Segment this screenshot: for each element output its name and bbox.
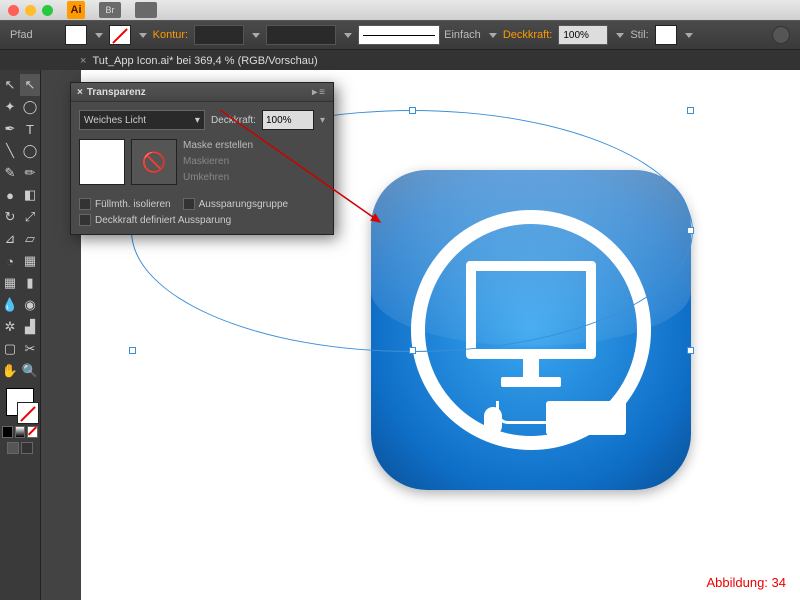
rotate-tool-icon[interactable]: ↻ [0,206,20,228]
blend-mode-select[interactable]: Weiches Licht▾ [79,110,205,130]
perspective-tool-icon[interactable]: ▦ [20,250,40,272]
document-tab-label: Tut_App Icon.ai* bei 369,4 % (RGB/Vorsch… [92,55,317,67]
annotation-arrow-icon [220,110,390,230]
mask-thumb[interactable]: 🚫 [131,139,177,185]
color-mode-icon[interactable] [2,426,13,438]
anchor-handle[interactable] [409,347,416,354]
blend-tool-icon[interactable]: ◉ [20,294,40,316]
chevron-down-icon[interactable] [139,33,147,38]
graph-tool-icon[interactable]: ▟ [20,316,40,338]
slice-tool-icon[interactable]: ✂ [20,338,40,360]
free-transform-tool-icon[interactable]: ▱ [20,228,40,250]
brush-def-select[interactable] [358,25,440,45]
app-logo-icon: Ai [67,1,85,19]
layout-button[interactable] [135,2,157,18]
isolate-label: Füllmth. isolieren [95,199,171,210]
isolate-blending-checkbox[interactable]: Füllmth. isolieren [79,198,171,210]
document-tab[interactable]: × Tut_App Icon.ai* bei 369,4 % (RGB/Vors… [80,55,318,67]
stroke-color-swatch[interactable] [17,402,39,424]
direct-select-tool-icon[interactable]: ↖ [20,74,40,96]
hand-tool-icon[interactable]: ✋ [0,360,20,382]
magic-wand-tool-icon[interactable]: ✦ [0,96,20,118]
chevron-down-icon[interactable] [489,33,497,38]
opacity-shape-label: Deckkraft definiert Aussparung [95,215,231,226]
gradient-mode-icon[interactable] [15,426,26,438]
selection-tool-icon[interactable]: ↖ [0,74,20,96]
zoom-window-icon[interactable] [42,5,53,16]
gear-icon[interactable] [772,26,790,44]
opacity-label: Deckkraft: [503,29,553,41]
screen-mode-icon[interactable] [7,442,19,454]
type-tool-icon[interactable]: T [20,118,40,140]
minimize-window-icon[interactable] [25,5,36,16]
eraser-tool-icon[interactable]: ◧ [20,184,40,206]
panel-title-label: Transparenz [87,87,146,98]
brush-tool-icon[interactable]: ✎ [0,162,20,184]
close-tab-icon[interactable]: × [80,55,86,67]
control-bar: Pfad Kontur: Einfach Deckkraft: 100% Sti… [0,20,800,50]
lasso-tool-icon[interactable]: ◯ [20,96,40,118]
shape-builder-tool-icon[interactable]: ◔ [0,250,20,272]
symbol-spray-tool-icon[interactable]: ✲ [0,316,20,338]
zoom-tool-icon[interactable]: 🔍 [20,360,40,382]
panel-title[interactable]: × Transparenz ▸≡ [71,83,333,102]
scale-tool-icon[interactable]: ⤢ [20,206,40,228]
blend-mode-value: Weiches Licht [84,115,146,126]
style-label: Stil: [630,29,648,41]
mac-titlebar: Ai Br [0,0,800,20]
bridge-button[interactable]: Br [99,2,121,18]
chevron-down-icon[interactable] [344,33,352,38]
panel-menu-icon[interactable]: ▸≡ [312,87,327,98]
width-tool-icon[interactable]: ⊿ [0,228,20,250]
eyedropper-tool-icon[interactable]: 💧 [0,294,20,316]
chevron-down-icon[interactable] [685,33,693,38]
object-thumb[interactable] [79,139,125,185]
selection-type-label: Pfad [10,29,33,41]
anchor-handle[interactable] [687,227,694,234]
artboard-tool-icon[interactable]: ▢ [0,338,20,360]
graphic-style-swatch[interactable] [655,25,677,45]
figure-caption: Abbildung: 34 [706,575,786,590]
brush-style-label: Einfach [444,29,481,41]
opacity-input[interactable]: 100% [558,25,608,45]
chevron-down-icon[interactable] [95,33,103,38]
tools-panel: ↖↖ ✦◯ ✒T ╲◯ ✎✏ ●◧ ↻⤢ ⊿▱ ◔▦ ▦▮ 💧◉ ✲▟ ▢✂ ✋… [0,70,41,600]
screen-mode-icon[interactable] [21,442,33,454]
chevron-down-icon[interactable] [252,33,260,38]
none-mode-icon[interactable] [27,426,38,438]
bbox-handle[interactable] [129,347,136,354]
bbox-handle[interactable] [687,107,694,114]
mesh-tool-icon[interactable]: ▦ [0,272,20,294]
chevron-down-icon[interactable] [616,33,624,38]
bbox-handle[interactable] [687,347,694,354]
anchor-handle[interactable] [409,107,416,114]
blob-brush-tool-icon[interactable]: ● [0,184,20,206]
pen-tool-icon[interactable]: ✒ [0,118,20,140]
gradient-tool-icon[interactable]: ▮ [20,272,40,294]
stroke-swatch[interactable] [109,25,131,45]
stroke-weight-input[interactable] [194,25,244,45]
close-window-icon[interactable] [8,5,19,16]
line-tool-icon[interactable]: ╲ [0,140,20,162]
ellipse-tool-icon[interactable]: ◯ [20,140,40,162]
pencil-tool-icon[interactable]: ✏ [20,162,40,184]
stroke-label: Kontur: [153,29,188,41]
fill-swatch[interactable] [65,25,87,45]
stroke-profile-select[interactable] [266,25,336,45]
